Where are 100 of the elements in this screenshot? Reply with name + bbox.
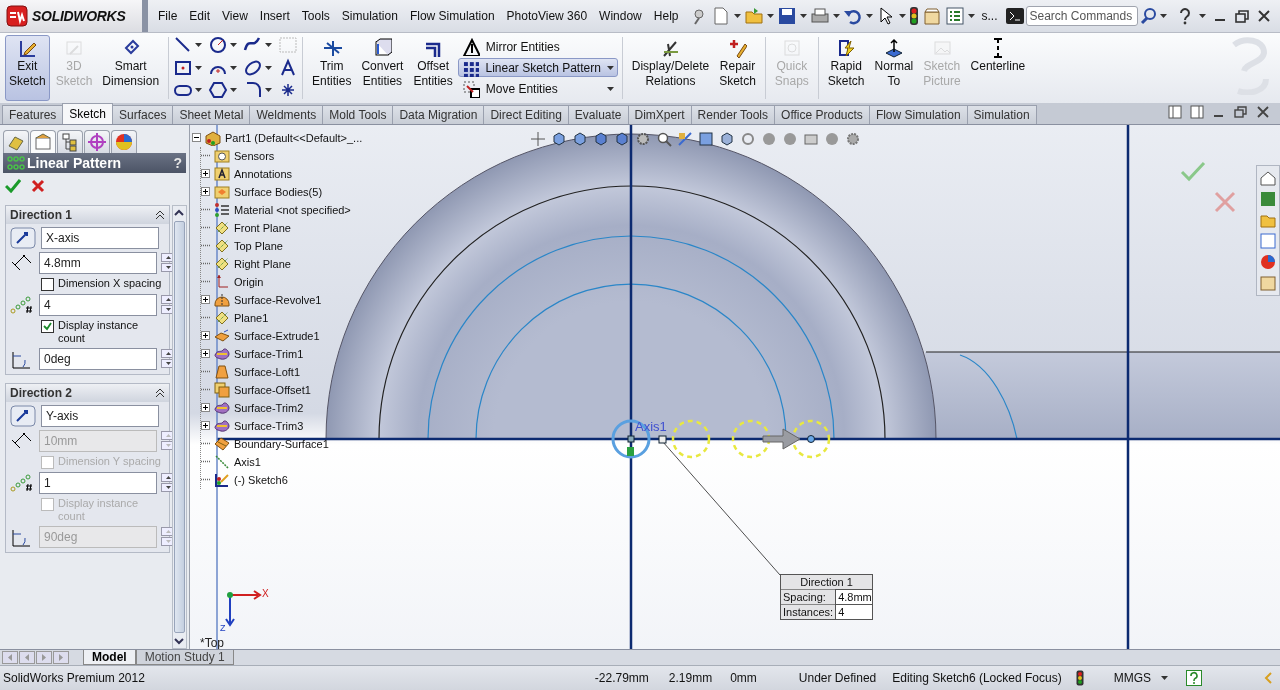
polygon-icon[interactable] [208, 80, 229, 101]
menu-item[interactable]: View [216, 6, 254, 26]
command-tab[interactable]: Evaluate [567, 104, 629, 124]
caret-icon[interactable] [265, 88, 273, 93]
input-field[interactable]: 1 [39, 471, 157, 494]
traffic-light-icon[interactable] [909, 6, 920, 26]
ribbon-button[interactable]: Display/Delete Relations [627, 35, 714, 101]
appearance-tab-icon[interactable] [114, 131, 134, 152]
ribbon-button[interactable]: Normal To [870, 35, 918, 101]
restore-icon[interactable] [1234, 8, 1250, 24]
tree-item[interactable]: Surface-Trim1 [234, 347, 304, 360]
command-tab[interactable]: Mold Tools [322, 104, 394, 124]
command-tab[interactable]: Office Products [774, 104, 870, 124]
caret-icon[interactable] [195, 65, 203, 70]
pattern-preview-drawing[interactable] [611, 419, 831, 459]
tree-item[interactable]: Surface-Trim2 [234, 401, 304, 414]
tree-item[interactable]: Surface-Extrude1 [234, 329, 320, 342]
expand-box-icon[interactable] [201, 187, 210, 197]
menu-item[interactable]: PhotoView 360 [500, 6, 594, 26]
ribbon-button[interactable]: Smart Dimension [98, 35, 164, 101]
caret-icon[interactable] [230, 65, 238, 70]
expand-box-icon[interactable] [201, 295, 210, 305]
tree-item[interactable]: Material <not specified> [234, 203, 351, 216]
cube-icon[interactable] [551, 130, 567, 147]
ribbon-button[interactable]: Repair Sketch [715, 35, 760, 101]
caret-icon[interactable] [606, 86, 614, 91]
command-tab[interactable]: Sheet Metal [172, 104, 251, 124]
section-view-icon[interactable] [677, 130, 693, 147]
search-field[interactable]: Search Commands [1025, 6, 1138, 26]
command-tab[interactable]: Data Migration [392, 104, 485, 124]
caret-icon[interactable] [1199, 14, 1206, 18]
model-tab[interactable]: Motion Study 1 [135, 650, 234, 666]
input-field[interactable]: 0deg [39, 347, 157, 370]
model-edge[interactable] [925, 350, 1280, 353]
tree-item[interactable]: Top Plane [234, 239, 283, 252]
tree-item[interactable]: (-) Sketch6 [234, 473, 288, 486]
expand-box-icon[interactable] [201, 421, 210, 431]
expand-box-icon[interactable] [201, 403, 210, 413]
ribbon-button[interactable]: Rapid Sketch [823, 35, 869, 101]
expand-box-icon[interactable] [201, 349, 210, 359]
cube-icon[interactable] [572, 130, 588, 147]
tile-right-icon[interactable] [1190, 105, 1204, 120]
tree-item[interactable]: Front Plane [234, 221, 291, 234]
input-field[interactable]: 4.8mm [39, 251, 157, 274]
tile-left-icon[interactable] [1168, 105, 1182, 120]
caret-icon[interactable] [230, 43, 238, 48]
caret-icon[interactable] [1159, 14, 1167, 18]
caret-icon[interactable] [265, 65, 273, 70]
ribbon-button[interactable]: Move Entities [457, 79, 618, 99]
confirm-check-icon[interactable] [1180, 159, 1206, 182]
menu-item[interactable]: File [152, 6, 184, 26]
dimxpert-tab-icon[interactable] [87, 131, 107, 152]
direction-icon[interactable] [10, 226, 36, 249]
sketch-arc[interactable] [959, 353, 1018, 440]
input-field[interactable]: X-axis [41, 226, 159, 249]
caret-icon[interactable] [230, 88, 238, 93]
gear-icon[interactable] [635, 130, 651, 147]
tree-item[interactable]: Axis1 [234, 455, 261, 468]
ribbon-button[interactable]: Trim Entities [308, 35, 356, 101]
tree-item[interactable]: Surface-Trim3 [234, 419, 304, 432]
command-tab[interactable]: Direct Editing [483, 104, 569, 124]
caret-icon[interactable] [899, 14, 907, 18]
command-tab[interactable]: Surfaces [112, 104, 174, 124]
checkbox[interactable] [41, 319, 54, 333]
menu-item[interactable]: Insert [253, 6, 296, 26]
tree-item[interactable]: Surface Bodies(5) [234, 185, 323, 198]
ribbon-button[interactable]: Offset Entities [409, 35, 457, 101]
file-properties-icon[interactable] [922, 6, 943, 26]
view-orientation-icon[interactable] [698, 130, 714, 147]
save-icon[interactable] [777, 6, 798, 26]
tree-item[interactable]: Surface-Loft1 [234, 365, 301, 378]
caret-icon[interactable] [606, 65, 614, 70]
caret-icon[interactable] [265, 43, 273, 48]
hide-show-icon[interactable] [740, 130, 756, 147]
command-tab[interactable]: Features [2, 104, 64, 124]
print-icon[interactable] [810, 6, 831, 26]
ribbon-button[interactable]: Linear Sketch Pattern [457, 58, 618, 78]
tree-item[interactable]: Origin [234, 275, 264, 288]
close-icon[interactable] [1256, 8, 1272, 24]
menu-item[interactable]: Edit [183, 6, 217, 26]
direction-icon[interactable] [10, 404, 36, 427]
caret-icon[interactable] [800, 14, 808, 18]
cube-icon[interactable] [593, 130, 609, 147]
ribbon-button[interactable]: Mirror Entities [457, 37, 618, 57]
caret-icon[interactable] [968, 14, 976, 18]
search-icon[interactable] [1139, 7, 1158, 25]
tree-item[interactable]: Boundary-Surface1 [234, 437, 329, 450]
property-manager-tab-icon[interactable] [33, 131, 53, 152]
display-style-icon[interactable] [719, 130, 735, 147]
configuration-tab-icon[interactable] [60, 131, 80, 152]
model-tab[interactable]: Model [83, 650, 136, 666]
help-button[interactable]: ? [173, 154, 182, 171]
ribbon-button[interactable]: Convert Entities [357, 35, 408, 101]
toolbar-overflow[interactable]: s... [981, 9, 998, 23]
menu-item[interactable]: Flow Simulation [403, 6, 501, 26]
tree-item[interactable]: Plane1 [234, 311, 269, 324]
tree-item[interactable]: Part1 (Default<<Default>_... [225, 131, 363, 144]
library-icon[interactable] [1259, 189, 1277, 208]
command-tab[interactable]: Flow Simulation [868, 104, 968, 124]
callout-value[interactable]: 4.8mm [835, 588, 873, 604]
